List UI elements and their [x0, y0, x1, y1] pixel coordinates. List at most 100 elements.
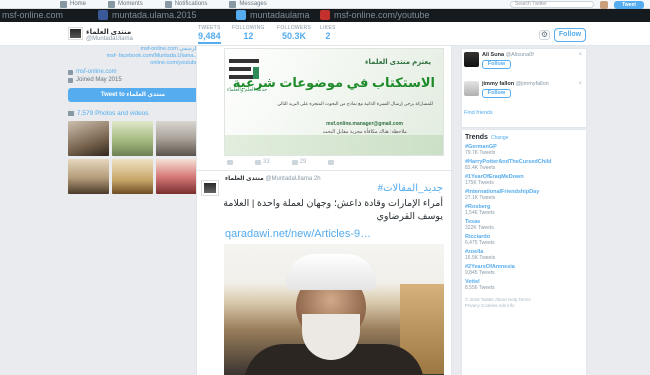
website-row: msf-online.com	[68, 69, 198, 75]
image-email: msf.online.manager@gmail.com	[326, 121, 403, 127]
footer-links: © 2016 Twitter About Help Terms Privacy …	[465, 297, 583, 309]
trend-item[interactable]: #zoella 16.5K Tweets	[465, 249, 583, 261]
nav-messages[interactable]: Messages	[229, 0, 267, 8]
profile-handle: @MuntadaUlama	[86, 36, 133, 42]
photo-thumb[interactable]	[112, 121, 153, 156]
trend-item[interactable]: Texas 322K Tweets	[465, 219, 583, 231]
stat-following[interactable]: FOLLOWING 12	[232, 25, 265, 41]
suggestion-handle: @jimmyfallon	[515, 81, 549, 87]
tweet-to-button[interactable]: Tweet to منتدى العلماء	[68, 88, 198, 102]
tweet-photo[interactable]	[224, 244, 444, 375]
camera-icon	[68, 111, 74, 116]
nav-notifications[interactable]: Notifications	[164, 0, 207, 8]
retweet-button[interactable]: 33	[255, 159, 270, 165]
close-icon[interactable]: ×	[578, 52, 582, 58]
stat-value: 50.3K	[282, 31, 307, 41]
close-icon[interactable]: ×	[578, 81, 582, 87]
link-icon	[68, 69, 73, 75]
trend-count: 82.4K Tweets	[465, 165, 496, 171]
top-nav: Home Moments Notifications Messages Sear…	[0, 0, 650, 9]
photos-header[interactable]: 7,579 Photos and videos	[68, 110, 198, 117]
stat-likes[interactable]: LIKES 2	[320, 25, 336, 41]
bio-link[interactable]: msf-online.com الرسمي	[141, 46, 198, 52]
calendar-icon	[68, 77, 73, 83]
bio-line: msf- facebook.com/Muntada.Ulama...	[68, 53, 198, 60]
tweet-author-name[interactable]: منتدى العلماء	[225, 176, 264, 182]
tweet-image[interactable]: خدمة العلم والعلماء يعتزم منتدى العلماء …	[224, 48, 444, 156]
trend-count: 16.5K Tweets	[465, 255, 496, 261]
banner-text-3: muntadaulama	[250, 10, 310, 20]
footer-line[interactable]: Privacy Cookies Ads info	[465, 303, 583, 309]
photos-label: 7,579 Photos and videos	[77, 110, 149, 117]
tweet-hashtag[interactable]: #جديد_المقالات	[378, 183, 443, 194]
stat-value: 9,484	[198, 31, 221, 41]
image-note: ملاحظة: هناك مكافأة مجزية مقابل البحث	[322, 129, 407, 135]
trends-title: Trends	[465, 134, 488, 141]
photo-thumb[interactable]	[156, 159, 197, 194]
suggestion-item: Ali Suna @Alisuna0f Follow ×	[464, 52, 584, 78]
stat-tweets[interactable]: TWEETS 9,484	[198, 25, 221, 44]
trend-item[interactable]: #2YearsOfAmnesia 9,845 Tweets	[465, 264, 583, 276]
trend-item[interactable]: #GermanGP 79.7K Tweets	[465, 144, 583, 156]
search-input[interactable]: Search Twitter	[510, 1, 594, 8]
website-link[interactable]: msf-online.com	[76, 69, 117, 75]
facebook-icon	[98, 10, 108, 20]
suggestion-name[interactable]: Ali Suna @Alisuna0f	[482, 52, 534, 58]
who-to-follow: Ali Suna @Alisuna0f Follow × jimmy fallo…	[461, 48, 587, 128]
photo-thumb[interactable]	[68, 121, 109, 156]
suggestion-name[interactable]: jimmy fallon @jimmyfallon	[482, 81, 549, 87]
find-friends-link[interactable]: Find friends	[464, 110, 493, 116]
bell-icon	[164, 0, 172, 8]
more-button[interactable]	[328, 159, 335, 165]
follow-button[interactable]: Follow	[554, 28, 586, 42]
user-avatar[interactable]	[600, 0, 608, 9]
suggestion-avatar[interactable]	[464, 52, 479, 67]
profile-avatar[interactable]	[68, 27, 83, 40]
tweet-author-handle[interactable]: @MuntadaUlama	[265, 176, 312, 182]
more-icon	[328, 159, 335, 165]
trend-count: 1,546 Tweets	[465, 210, 495, 216]
banner-text-4: msf-online.com/youtube	[334, 10, 430, 20]
compose-tweet-button[interactable]: Tweet	[614, 0, 644, 9]
trend-count: 8,556 Tweets	[465, 285, 495, 291]
tweet-link[interactable]: qaradawi.net/new/Articles-9…	[225, 228, 371, 240]
bio-line: msf-online.com الرسمي	[68, 46, 198, 53]
like-button[interactable]: 29	[291, 159, 306, 165]
nav-home[interactable]: Home	[60, 0, 87, 8]
retweet-icon	[255, 159, 261, 165]
tweet-actions: 33 29	[227, 159, 335, 165]
nav-moments[interactable]: Moments	[108, 0, 143, 8]
photo-thumb[interactable]	[156, 121, 197, 156]
twitter-icon	[236, 10, 246, 20]
reply-button[interactable]	[227, 159, 233, 165]
tweet-time[interactable]: 2h	[314, 176, 321, 182]
home-icon	[60, 0, 67, 8]
divider	[197, 170, 453, 171]
trend-item[interactable]: Ricciardo 6,475 Tweets	[465, 234, 583, 246]
photo-thumb[interactable]	[68, 159, 109, 194]
gear-icon[interactable]: ⚙	[539, 30, 550, 40]
suggestion-follow-button[interactable]: Follow	[482, 60, 511, 69]
trend-item[interactable]: #1YearOfEraqMeDown 175K Tweets	[465, 174, 583, 186]
trend-item[interactable]: #HarryPotterAndTheCursedChild 82.4K Tweet…	[465, 159, 583, 171]
tweet-avatar[interactable]	[201, 180, 219, 196]
bio-link[interactable]: msf- facebook.com/Muntada.Ulama...	[107, 53, 198, 59]
trends-change-link[interactable]: Change	[491, 135, 509, 141]
trend-item[interactable]: #InternationalFriendshipDay 27.1K Tweets	[465, 189, 583, 201]
nav-moments-label: Moments	[118, 1, 143, 7]
tweet-header: منتدى العلماء @MuntadaUlama 2h	[225, 175, 321, 182]
reply-icon	[227, 159, 233, 165]
photo-thumb[interactable]	[112, 159, 153, 194]
banner-text-2: muntada.ulama.2015	[112, 10, 197, 20]
trend-item[interactable]: #Rosberg 1,546 Tweets	[465, 204, 583, 216]
trend-count: 6,475 Tweets	[465, 240, 495, 246]
stat-followers[interactable]: FOLLOWERS 50.3K	[277, 25, 311, 41]
image-body: للمشاركة يرجى إرسال السيرة الذاتية مع نم…	[277, 101, 433, 106]
suggestion-follow-button[interactable]: Follow	[482, 89, 511, 98]
trends-header: Trends Change	[465, 134, 583, 141]
retweet-count: 33	[263, 159, 270, 165]
bio-link[interactable]: online.com/youtube	[150, 60, 198, 66]
nav-home-label: Home	[70, 1, 87, 7]
suggestion-avatar[interactable]	[464, 81, 479, 96]
trend-item[interactable]: Vettel 8,556 Tweets	[465, 279, 583, 291]
